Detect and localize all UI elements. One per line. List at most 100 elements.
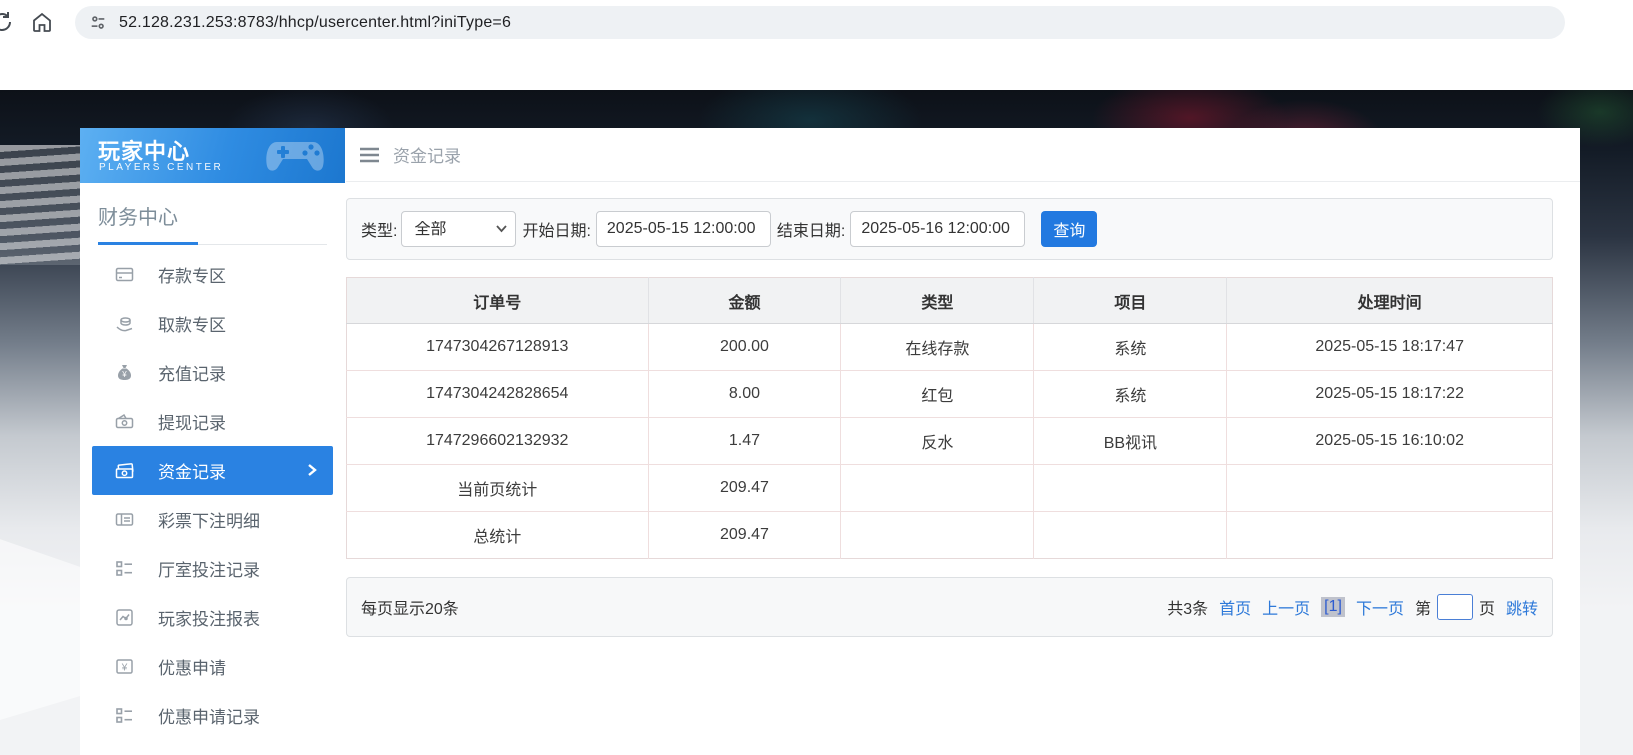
summary-empty bbox=[1226, 464, 1553, 512]
funds-icon bbox=[115, 463, 134, 479]
content-header: 资金记录 bbox=[346, 128, 1580, 182]
home-icon[interactable] bbox=[30, 10, 54, 34]
sidebar-item-withdrawal-record[interactable]: 提现记录 bbox=[80, 397, 345, 446]
url-text: 52.128.231.253:8783/hhcp/usercenter.html… bbox=[119, 13, 512, 31]
summary-empty bbox=[1226, 511, 1553, 559]
chart-icon bbox=[116, 609, 133, 626]
sidebar-item-player-bet-report[interactable]: 玩家投注报表 bbox=[80, 593, 345, 642]
table-row: 1747304267128913 200.00 在线存款 系统 2025-05-… bbox=[346, 323, 1553, 371]
filter-bar: 类型: 全部 开始日期: 结束日期: 查询 bbox=[346, 198, 1553, 260]
end-date-label: 结束日期: bbox=[776, 223, 846, 240]
reload-icon[interactable] bbox=[0, 10, 14, 34]
svg-text:¥: ¥ bbox=[121, 663, 128, 674]
cell-type: 反水 bbox=[840, 417, 1035, 465]
summary-amount: 209.47 bbox=[648, 464, 842, 512]
sidebar-item-label: 玩家投注报表 bbox=[158, 610, 260, 629]
query-button[interactable]: 查询 bbox=[1041, 211, 1098, 247]
sidebar-item-label: 优惠申请记录 bbox=[158, 708, 260, 727]
page-background: 玩家中心 PLAYERS CENTER 财务中心 存款专区 取款专区 ¥ 充值记… bbox=[0, 90, 1633, 755]
sidebar-item-promo-apply-record[interactable]: 优惠申请记录 bbox=[80, 691, 345, 740]
table-summary-row-total: 总统计 209.47 bbox=[346, 511, 1553, 559]
table-row: 1747296602132932 1.47 反水 BB视讯 2025-05-15… bbox=[346, 417, 1553, 465]
first-page-link[interactable]: 首页 bbox=[1219, 595, 1251, 619]
site-settings-icon[interactable] bbox=[89, 14, 107, 32]
sidebar-item-promo-apply[interactable]: ¥ 优惠申请 bbox=[80, 642, 345, 691]
address-bar[interactable]: 52.128.231.253:8783/hhcp/usercenter.html… bbox=[75, 6, 1565, 39]
prev-page-link[interactable]: 上一页 bbox=[1262, 595, 1310, 619]
summary-empty bbox=[840, 511, 1035, 559]
sidebar-section-title: 财务中心 bbox=[98, 207, 178, 229]
background-streaks bbox=[0, 145, 92, 265]
ticket-icon bbox=[115, 513, 134, 526]
cell-item: 系统 bbox=[1033, 323, 1228, 371]
jump-suffix-label: 页 bbox=[1478, 601, 1495, 618]
start-date-label: 开始日期: bbox=[522, 223, 591, 240]
start-date-input[interactable] bbox=[595, 211, 771, 247]
cell-item: 系统 bbox=[1033, 370, 1228, 418]
cell-time: 2025-05-15 18:17:47 bbox=[1226, 323, 1553, 371]
cell-order-no: 1747304267128913 bbox=[346, 323, 649, 371]
gamepad-icon bbox=[266, 142, 324, 171]
header-amount: 金额 bbox=[648, 277, 842, 324]
jump-link[interactable]: 跳转 bbox=[1506, 595, 1538, 619]
sidebar-item-label: 提现记录 bbox=[158, 414, 226, 433]
sidebar-item-label: 充值记录 bbox=[158, 365, 226, 384]
sidebar-item-funds-record[interactable]: 资金记录 bbox=[92, 446, 333, 495]
main-content: 资金记录 类型: 全部 开始日期: 结束日期: 查询 bbox=[346, 128, 1580, 755]
next-page-link[interactable]: 下一页 bbox=[1356, 595, 1404, 619]
cell-item: BB视讯 bbox=[1033, 417, 1228, 465]
table-header-row: 订单号 金额 类型 项目 处理时间 bbox=[346, 277, 1553, 324]
current-page-badge: [1] bbox=[1321, 597, 1345, 617]
cell-type: 在线存款 bbox=[840, 323, 1035, 371]
header-order-no: 订单号 bbox=[346, 277, 649, 324]
sidebar-item-recharge-record[interactable]: ¥ 充值记录 bbox=[80, 348, 345, 397]
sidebar-section-underline bbox=[98, 242, 327, 245]
jump-prefix-label: 第 bbox=[1414, 601, 1431, 618]
sidebar-item-label: 优惠申请 bbox=[158, 659, 226, 678]
header-item: 项目 bbox=[1033, 277, 1228, 324]
cell-amount: 8.00 bbox=[648, 370, 842, 418]
withdraw-hand-icon bbox=[116, 317, 133, 332]
cell-time: 2025-05-15 18:17:22 bbox=[1226, 370, 1553, 418]
sidebar-item-label: 厅室投注记录 bbox=[158, 561, 260, 580]
summary-empty bbox=[1033, 464, 1228, 512]
page-title: 资金记录 bbox=[393, 147, 461, 166]
sidebar-subtitle: PLAYERS CENTER bbox=[99, 162, 224, 173]
sidebar-item-lottery-bet-detail[interactable]: 彩票下注明细 bbox=[80, 495, 345, 544]
total-count-text: 共3条 bbox=[1167, 601, 1209, 618]
summary-label: 总统计 bbox=[346, 511, 649, 559]
pagination-bar: 每页显示20条 共3条 首页 上一页 [1] 下一页 第 页 跳转 bbox=[346, 577, 1553, 637]
sidebar-header: 玩家中心 PLAYERS CENTER bbox=[80, 128, 345, 183]
sidebar-item-label: 彩票下注明细 bbox=[158, 512, 260, 531]
page-size-text: 每页显示20条 bbox=[361, 601, 459, 618]
hamburger-menu-icon[interactable] bbox=[360, 147, 379, 163]
list-icon bbox=[116, 561, 132, 576]
header-process-time: 处理时间 bbox=[1226, 277, 1553, 324]
banknote-icon bbox=[115, 413, 134, 429]
promo-envelope-icon: ¥ bbox=[116, 659, 133, 674]
type-label: 类型: bbox=[361, 223, 398, 240]
moneybag-icon: ¥ bbox=[118, 365, 131, 380]
sidebar-item-withdraw-zone[interactable]: 取款专区 bbox=[80, 299, 345, 348]
chevron-right-icon bbox=[308, 464, 317, 476]
summary-label: 当前页统计 bbox=[346, 464, 649, 512]
type-select[interactable]: 全部 bbox=[401, 211, 517, 247]
summary-empty bbox=[1033, 511, 1228, 559]
sidebar-item-deposit-zone[interactable]: 存款专区 bbox=[80, 250, 345, 299]
table-row: 1747304242828654 8.00 红包 系统 2025-05-15 1… bbox=[346, 370, 1553, 418]
jump-page-input[interactable] bbox=[1436, 594, 1473, 620]
sidebar-item-hall-bet-record[interactable]: 厅室投注记录 bbox=[80, 544, 345, 593]
summary-empty bbox=[840, 464, 1035, 512]
cell-amount: 1.47 bbox=[648, 417, 842, 465]
summary-amount: 209.47 bbox=[648, 511, 842, 559]
cell-type: 红包 bbox=[840, 370, 1035, 418]
cell-order-no: 1747304242828654 bbox=[346, 370, 649, 418]
records-table: 订单号 金额 类型 项目 处理时间 1747304267128913 200.0… bbox=[346, 277, 1553, 559]
sidebar-menu: 存款专区 取款专区 ¥ 充值记录 提现记录 资金记录 彩票下注明细 厅室投注记录… bbox=[80, 250, 345, 740]
cell-order-no: 1747296602132932 bbox=[346, 417, 649, 465]
sidebar-item-label: 资金记录 bbox=[158, 463, 226, 482]
end-date-input[interactable] bbox=[850, 211, 1026, 247]
cell-amount: 200.00 bbox=[648, 323, 842, 371]
header-type: 类型 bbox=[840, 277, 1035, 324]
table-summary-row-page: 当前页统计 209.47 bbox=[346, 464, 1553, 512]
